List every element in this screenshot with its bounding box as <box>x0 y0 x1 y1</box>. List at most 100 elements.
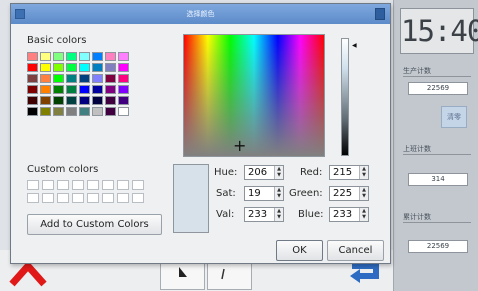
basic-color-swatch[interactable] <box>79 85 90 94</box>
basic-color-swatch[interactable] <box>105 74 116 83</box>
basic-color-swatch[interactable] <box>40 107 51 116</box>
custom-color-swatch[interactable] <box>87 193 99 203</box>
green-spinbox[interactable]: 225 ▲ ▼ <box>329 186 369 201</box>
blue-value[interactable]: 233 <box>333 208 352 221</box>
basic-color-swatch[interactable] <box>66 96 77 105</box>
ok-button[interactable]: OK <box>276 240 323 261</box>
basic-color-swatch[interactable] <box>92 107 103 116</box>
basic-color-swatch[interactable] <box>105 63 116 72</box>
custom-color-swatch[interactable] <box>57 193 69 203</box>
spin-down-icon[interactable]: ▼ <box>275 193 283 199</box>
basic-color-swatch[interactable] <box>79 52 90 61</box>
basic-color-swatch[interactable] <box>40 74 51 83</box>
basic-color-swatch[interactable] <box>118 107 129 116</box>
hue-spinbox[interactable]: 206 ▲ ▼ <box>244 165 284 180</box>
spin-arrows-icon[interactable]: ▲ ▼ <box>274 187 283 200</box>
spin-down-icon[interactable]: ▼ <box>275 214 283 220</box>
custom-color-swatch[interactable] <box>117 180 129 190</box>
basic-color-swatch[interactable] <box>92 74 103 83</box>
basic-color-swatch[interactable] <box>79 63 90 72</box>
basic-color-swatch[interactable] <box>66 52 77 61</box>
custom-color-swatch[interactable] <box>102 180 114 190</box>
sat-value[interactable]: 19 <box>248 187 261 200</box>
cancel-button[interactable]: Cancel <box>327 240 384 261</box>
basic-color-swatch[interactable] <box>118 85 129 94</box>
custom-color-swatch[interactable] <box>72 193 84 203</box>
basic-color-swatch[interactable] <box>27 52 38 61</box>
spin-arrows-icon[interactable]: ▲ ▼ <box>274 208 283 221</box>
spin-down-icon[interactable]: ▼ <box>360 172 368 178</box>
basic-color-swatch[interactable] <box>118 63 129 72</box>
spin-arrows-icon[interactable]: ▲ ▼ <box>359 187 368 200</box>
basic-color-swatch[interactable] <box>40 85 51 94</box>
basic-color-swatch[interactable] <box>79 96 90 105</box>
custom-color-swatch[interactable] <box>72 180 84 190</box>
window-close-icon[interactable] <box>375 8 385 20</box>
basic-color-swatch[interactable] <box>66 63 77 72</box>
basic-color-swatch[interactable] <box>92 63 103 72</box>
custom-color-swatch[interactable] <box>87 180 99 190</box>
basic-color-swatch[interactable] <box>53 107 64 116</box>
basic-color-swatch[interactable] <box>40 52 51 61</box>
val-value[interactable]: 233 <box>248 208 267 221</box>
basic-color-swatch[interactable] <box>105 96 116 105</box>
basic-color-swatch[interactable] <box>27 107 38 116</box>
basic-color-swatch[interactable] <box>66 74 77 83</box>
red-spinbox[interactable]: 215 ▲ ▼ <box>329 165 369 180</box>
basic-color-swatch[interactable] <box>66 107 77 116</box>
basic-color-swatch[interactable] <box>27 85 38 94</box>
val-spinbox[interactable]: 233 ▲ ▼ <box>244 207 284 222</box>
blue-return-arrow-icon[interactable] <box>348 262 384 288</box>
blue-spinbox[interactable]: 233 ▲ ▼ <box>329 207 369 222</box>
spin-down-icon[interactable]: ▼ <box>360 193 368 199</box>
dialog-titlebar[interactable]: 选择颜色 <box>11 4 390 24</box>
basic-color-swatch[interactable] <box>53 85 64 94</box>
bottom-button-1[interactable] <box>160 262 205 290</box>
value-slider[interactable] <box>341 38 349 156</box>
custom-color-swatch[interactable] <box>102 193 114 203</box>
red-value[interactable]: 215 <box>333 166 352 179</box>
basic-color-swatch[interactable] <box>105 52 116 61</box>
basic-color-swatch[interactable] <box>27 63 38 72</box>
basic-color-swatch[interactable] <box>27 74 38 83</box>
basic-color-swatch[interactable] <box>53 63 64 72</box>
basic-color-swatch[interactable] <box>92 85 103 94</box>
spin-arrows-icon[interactable]: ▲ ▼ <box>359 208 368 221</box>
spin-down-icon[interactable]: ▼ <box>275 172 283 178</box>
bottom-button-2[interactable] <box>207 262 252 290</box>
add-to-custom-colors-button[interactable]: Add to Custom Colors <box>27 214 162 235</box>
basic-color-swatch[interactable] <box>105 85 116 94</box>
basic-color-swatch[interactable] <box>118 52 129 61</box>
basic-color-swatch[interactable] <box>53 96 64 105</box>
basic-color-swatch[interactable] <box>79 107 90 116</box>
hue-saturation-picker[interactable]: + <box>183 34 325 157</box>
basic-color-swatch[interactable] <box>66 85 77 94</box>
custom-color-swatch[interactable] <box>132 193 144 203</box>
custom-color-swatch[interactable] <box>57 180 69 190</box>
custom-color-swatch[interactable] <box>42 180 54 190</box>
sat-spinbox[interactable]: 19 ▲ ▼ <box>244 186 284 201</box>
spin-arrows-icon[interactable]: ▲ ▼ <box>359 166 368 179</box>
basic-color-swatch[interactable] <box>40 96 51 105</box>
basic-color-swatch[interactable] <box>118 74 129 83</box>
custom-color-swatch[interactable] <box>132 180 144 190</box>
spin-arrows-icon[interactable]: ▲ ▼ <box>274 166 283 179</box>
basic-color-swatch[interactable] <box>79 74 90 83</box>
basic-color-swatch[interactable] <box>105 107 116 116</box>
custom-color-swatch[interactable] <box>117 193 129 203</box>
hue-value[interactable]: 206 <box>248 166 267 179</box>
spin-down-icon[interactable]: ▼ <box>360 214 368 220</box>
basic-color-swatch[interactable] <box>27 96 38 105</box>
basic-color-swatch[interactable] <box>40 63 51 72</box>
basic-color-swatch[interactable] <box>53 74 64 83</box>
basic-color-swatch[interactable] <box>92 96 103 105</box>
green-value[interactable]: 225 <box>333 187 352 200</box>
reset-button[interactable]: 清零 <box>441 106 467 128</box>
custom-color-swatch[interactable] <box>42 193 54 203</box>
custom-color-swatch[interactable] <box>27 193 39 203</box>
basic-color-swatch[interactable] <box>53 52 64 61</box>
value-arrow-icon[interactable]: ◀ <box>352 43 357 49</box>
basic-color-swatch[interactable] <box>118 96 129 105</box>
custom-color-swatch[interactable] <box>27 180 39 190</box>
basic-color-swatch[interactable] <box>92 52 103 61</box>
